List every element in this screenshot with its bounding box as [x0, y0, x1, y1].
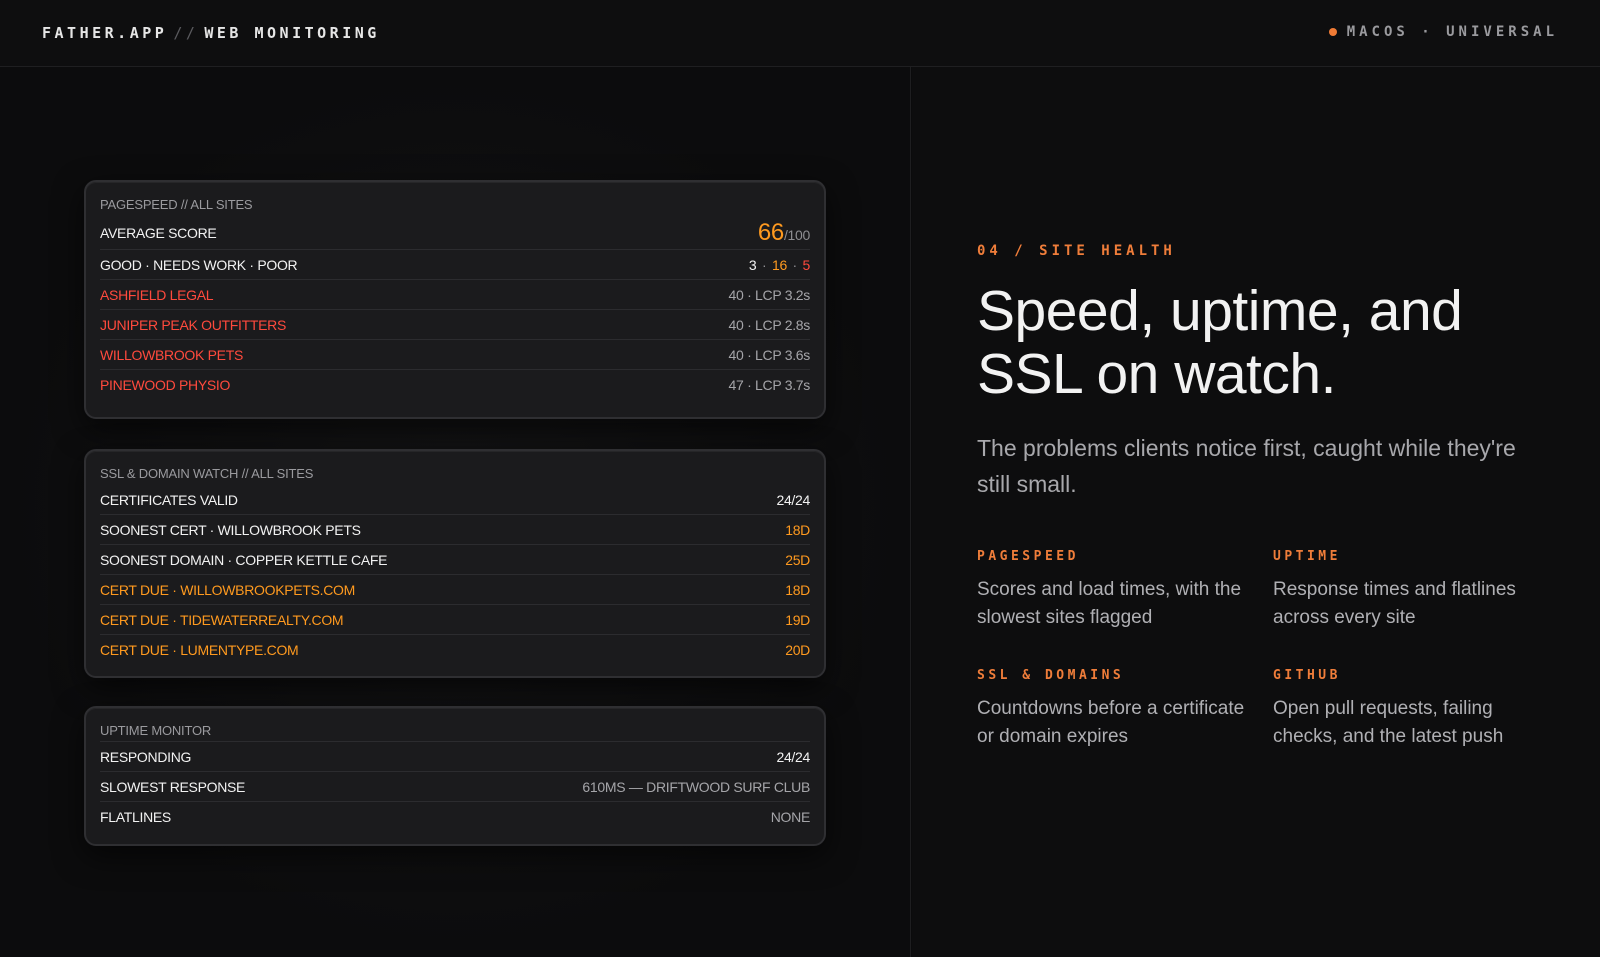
feature-github: GITHUB Open pull requests, failing check… — [1273, 668, 1553, 751]
row-label: SOONEST DOMAIN · COPPER KETTLE CAFE — [100, 551, 388, 568]
row-label: SLOWEST RESPONSE — [100, 778, 246, 795]
platform-label: MACOS · UNIVERSAL — [1346, 24, 1558, 40]
row-value: 25D — [785, 551, 810, 568]
feature-description: Scores and load times, with the slowest … — [977, 579, 1242, 628]
feature-description: Open pull requests, failing checks, and … — [1273, 698, 1504, 747]
ssl-row: CERTIFICATES VALID 24/24 — [100, 485, 810, 515]
status-dot-icon — [1328, 28, 1337, 36]
feature-uptime: UPTIME Response times and flatlines acro… — [1273, 549, 1553, 632]
row-value: 610MS — DRIFTWOOD SURF CLUB — [582, 778, 810, 795]
row-value: 19D — [785, 611, 810, 628]
poor-count: 5 — [802, 256, 811, 273]
site-name: ASHFIELD LEGAL — [100, 286, 214, 303]
row-label: SOONEST CERT · WILLOWBROOK PETS — [100, 521, 361, 538]
feature-title: PAGESPEED — [977, 549, 1079, 564]
site-row: JUNIPER PEAK OUTFITTERS 40 · LCP 2.8s — [100, 310, 810, 340]
site-row: WILLOWBROOK PETS 40 · LCP 3.6s — [100, 340, 810, 370]
row-value: 20D — [785, 642, 810, 658]
average-score-row: AVERAGE SCORE 66/100 — [100, 216, 810, 250]
brand: FATHER.APP // WEB MONITORING — [42, 24, 380, 42]
row-label: AVERAGE SCORE — [100, 224, 217, 241]
uptime-row: SLOWEST RESPONSE 610MS — DRIFTWOOD SURF … — [100, 772, 810, 802]
ssl-row: CERT DUE · WILLOWBROOKPETS.COM 18D — [100, 575, 810, 605]
average-score: 66/100 — [758, 219, 810, 247]
card-title: PAGESPEED // ALL SITES — [100, 197, 253, 212]
site-stat: 40 · LCP 2.8s — [728, 316, 811, 333]
uptime-row: FLATLINES NONE — [100, 802, 810, 832]
site-name: PINEWOOD PHYSIO — [100, 377, 231, 393]
ssl-row: CERT DUE · LUMENTYPE.COM 20D — [100, 635, 810, 665]
bucket-counts: 3 · 16 · 5 — [748, 256, 811, 273]
feature-title: SSL & DOMAINS — [977, 668, 1125, 683]
headline: Speed, uptime, and SSL on watch. — [977, 280, 1557, 406]
top-bar: FATHER.APP // WEB MONITORING MACOS · UNIVE… — [0, 0, 1600, 67]
platform-badge: MACOS · UNIVERSAL — [1328, 24, 1558, 40]
section-name: WEB MONITORING — [204, 24, 380, 42]
row-value: 24/24 — [776, 748, 810, 765]
site-stat: 47 · LCP 3.7s — [728, 377, 811, 393]
site-row: ASHFIELD LEGAL 40 · LCP 3.2s — [100, 280, 810, 310]
ssl-row: CERT DUE · TIDEWATERREALTY.COM 19D — [100, 605, 810, 635]
headline-line: Speed, uptime, and — [977, 279, 1463, 343]
subhead: The problems clients notice first, caugh… — [977, 435, 1516, 497]
row-value: 24/24 — [776, 491, 810, 508]
row-value: 18D — [785, 581, 810, 598]
ssl-domain-card: SSL & DOMAIN WATCH // ALL SITES CERTIFIC… — [84, 449, 826, 678]
brand-name: FATHER.APP — [42, 24, 168, 42]
buckets-row: GOOD · NEEDS WORK · POOR 3 · 16 · 5 — [100, 250, 810, 280]
score-value: 66 — [757, 218, 784, 246]
site-stat: 40 · LCP 3.2s — [728, 286, 811, 303]
row-label: RESPONDING — [100, 748, 192, 765]
headline-line: SSL on watch. — [977, 342, 1336, 406]
section-eyebrow: 04 / SITE HEALTH — [977, 243, 1176, 259]
ssl-row: SOONEST DOMAIN · COPPER KETTLE CAFE 25D — [100, 545, 810, 575]
row-label: CERTIFICATES VALID — [100, 491, 238, 508]
row-label: CERT DUE · WILLOWBROOKPETS.COM — [100, 581, 355, 598]
ssl-row: SOONEST CERT · WILLOWBROOK PETS 18D — [100, 515, 810, 545]
site-stat: 40 · LCP 3.6s — [728, 346, 811, 363]
row-label: CERT DUE · TIDEWATERREALTY.COM — [100, 611, 344, 628]
score-suffix: /100 — [783, 226, 810, 243]
uptime-row: RESPONDING 24/24 — [100, 742, 810, 772]
feature-description: Response times and flatlines across ever… — [1273, 579, 1516, 628]
row-label: GOOD · NEEDS WORK · POOR — [100, 256, 298, 273]
uptime-card: UPTIME MONITOR RESPONDING 24/24 SLOWEST … — [84, 706, 826, 846]
site-name: WILLOWBROOK PETS — [100, 346, 243, 363]
feature-ssl-domains: SSL & DOMAINS Countdowns before a certif… — [977, 668, 1257, 751]
pagespeed-card: PAGESPEED // ALL SITES AVERAGE SCORE 66/… — [84, 180, 826, 419]
site-name: JUNIPER PEAK OUTFITTERS — [100, 316, 287, 333]
row-value: 18D — [785, 521, 810, 538]
feature-description: Countdowns before a certificate or domai… — [977, 698, 1245, 747]
row-value: NONE — [770, 809, 811, 825]
card-title: UPTIME MONITOR — [100, 720, 810, 742]
feature-title: UPTIME — [1273, 549, 1341, 564]
site-row: PINEWOOD PHYSIO 47 · LCP 3.7s — [100, 370, 810, 400]
needs-work-count: 16 — [771, 256, 787, 273]
row-label: FLATLINES — [100, 809, 171, 825]
brand-separator: // — [173, 24, 199, 42]
card-title: SSL & DOMAIN WATCH // ALL SITES — [100, 466, 314, 481]
feature-title: GITHUB — [1273, 668, 1341, 683]
right-pane — [912, 67, 1600, 957]
feature-pagespeed: PAGESPEED Scores and load times, with th… — [977, 549, 1257, 632]
row-label: CERT DUE · LUMENTYPE.COM — [100, 642, 299, 658]
